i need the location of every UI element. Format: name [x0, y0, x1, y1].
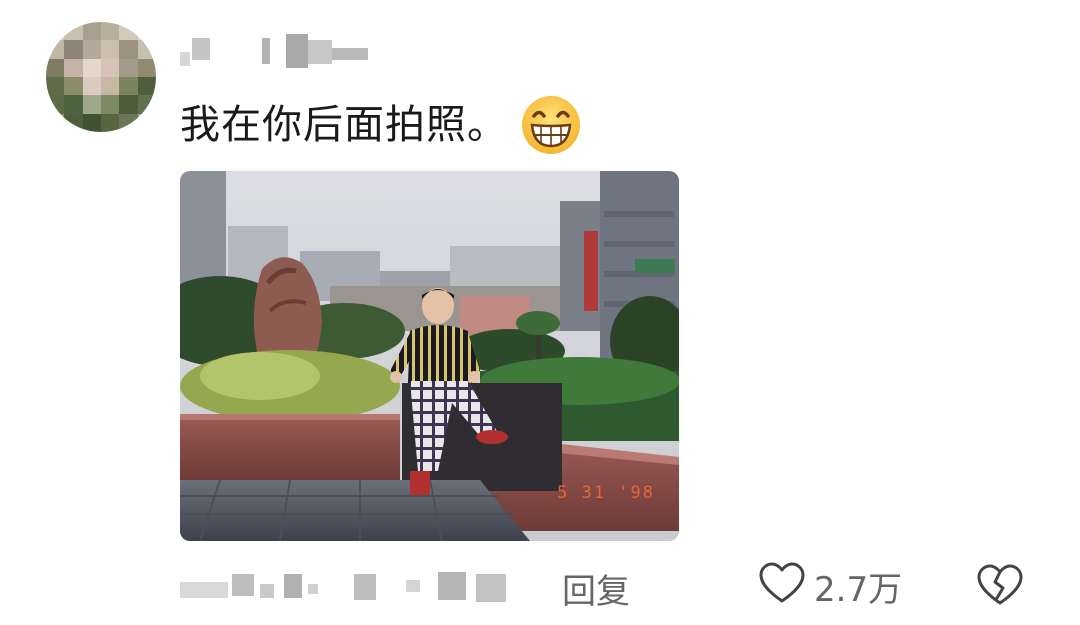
timestamp-location-redacted	[180, 568, 520, 604]
like-count: 2.7万	[814, 569, 903, 610]
comment-text: 我在你后面拍照。	[180, 94, 582, 156]
like-button[interactable]: 2.7万	[758, 560, 902, 612]
heart-outline-icon	[758, 560, 806, 612]
comment-body: 我在你后面拍照。	[180, 102, 508, 148]
dislike-button[interactable]	[976, 562, 1024, 614]
username-redacted[interactable]	[180, 34, 380, 74]
reply-button[interactable]: 回复	[562, 564, 630, 613]
avatar[interactable]	[46, 22, 156, 132]
photo-date-stamp: 5 31 '98	[557, 483, 655, 503]
comment-card: 我在你后面拍照。 5 31 '98 回复 2.7万	[0, 0, 1080, 625]
comment-photo[interactable]: 5 31 '98	[180, 171, 679, 541]
broken-heart-icon	[976, 564, 1024, 614]
grinning-face-emoji	[520, 94, 582, 156]
comment-footer: 回复 2.7万	[180, 560, 1040, 612]
